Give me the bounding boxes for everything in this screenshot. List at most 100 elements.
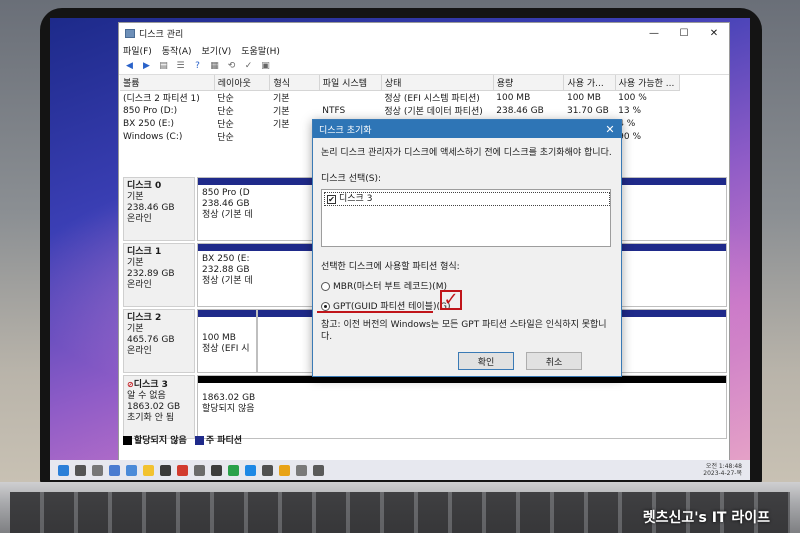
list-icon[interactable]: ☰ [174,60,187,72]
cell: Windows (C:) [123,131,183,142]
menu-action[interactable]: 동작(A) [162,44,192,57]
disk-type: 기본 [127,258,144,268]
panel-icon[interactable]: ▤ [157,60,170,72]
toolbar: ◀ ▶ ▤ ☰ ? ▦ ⟲ ✓ ▣ [119,57,729,75]
disk-name: 디스크 0 [127,181,162,191]
disk-status: 온라인 [127,280,152,290]
menu-file[interactable]: 파일(F) [123,44,152,57]
taskbar-app-icon[interactable] [160,464,171,476]
laptop-screen: 디스크 관리 — ☐ ✕ 파일(F) 동작(A) 보기(V) 도움말(H) ◀ … [50,18,750,480]
back-arrow-icon[interactable]: ◀ [123,60,136,72]
legend-unallocated: 할당되지 않음 [123,433,187,446]
task-view-icon[interactable] [92,464,103,476]
disk-type: 기본 [127,324,144,334]
mbr-radio[interactable] [321,282,330,291]
cell: 4 % [618,118,636,129]
clock-time: 오전 1:48:48 [705,463,742,470]
taskbar-clock[interactable]: 오전 1:48:48 2023-4-27-목 [703,463,742,477]
taskbar-app-icon[interactable] [211,464,222,476]
partition-strip: 1863.02 GB 할당되지 않음 [197,375,727,439]
taskbar-app-icon[interactable] [109,464,120,476]
clock-date: 2023-4-27-목 [703,470,742,477]
ok-button[interactable]: 확인 [458,352,514,370]
check-icon[interactable]: ✓ [242,60,255,72]
forward-arrow-icon[interactable]: ▶ [140,60,153,72]
uninitialized-disk-icon: ⊘ [127,380,134,389]
disk-row-3: ⊘디스크 3 알 수 없음 1863.02 GB 초기화 안 됨 1863.02… [123,375,727,439]
help-icon[interactable]: ? [191,60,204,72]
cell: 단순 [217,133,234,143]
partition-block[interactable]: 1863.02 GB 할당되지 않음 [197,375,727,439]
properties-icon[interactable]: ▦ [208,60,221,72]
cell: BX 250 (E:) [123,118,174,129]
disk-label[interactable]: 디스크 2 기본 465.76 GB 온라인 [123,309,195,373]
cell: 31.70 GB [566,105,609,116]
disk-label[interactable]: ⊘디스크 3 알 수 없음 1863.02 GB 초기화 안 됨 [123,375,195,439]
gpt-radio[interactable] [321,302,330,311]
disk-name: 디스크 2 [127,313,162,323]
partition-size: 1863.02 GB [202,393,256,403]
start-icon[interactable] [58,464,69,476]
taskbar-app-icon[interactable] [177,464,188,476]
cell: 단순 [217,120,234,130]
col-volume[interactable]: 볼륨 [120,75,215,91]
disk-status: 온라인 [127,346,152,356]
red-checkmark-annotation: ✓ [440,290,462,310]
disk-type: 기본 [127,192,144,202]
partition-block[interactable]: 100 MB 정상 (EFI 시 [197,309,257,373]
disk-label[interactable]: 디스크 1 기본 232.89 GB 온라인 [123,243,195,307]
col-type[interactable]: 형식 [269,75,320,91]
menu-view[interactable]: 보기(V) [202,44,232,57]
col-free-pct[interactable]: 사용 가능한 ... [615,75,681,91]
taskbar-app-icon[interactable] [245,464,256,476]
table-row[interactable]: (디스크 2 파티션 1) 단순 기본 정상 (EFI 시스템 파티션) 100… [120,91,680,105]
disk-status: 초기화 안 됨 [127,413,175,423]
col-capacity[interactable]: 용량 [493,75,565,91]
minimize-button[interactable]: — [639,28,669,39]
cancel-button[interactable]: 취소 [526,352,582,370]
window-controls: — ☐ ✕ [639,28,729,39]
taskbar-app-icon[interactable] [279,464,290,476]
search-icon[interactable] [75,464,86,476]
disk-checkbox[interactable]: ✔ [327,194,336,204]
disk-name: 디스크 1 [127,247,162,257]
cell: 단순 [217,107,234,117]
taskbar-app-icon[interactable] [194,464,205,476]
rescan-icon[interactable]: ⟲ [225,60,238,72]
cell: 100 % [618,92,647,103]
dialog-buttons: 확인 취소 [458,352,582,370]
col-free[interactable]: 사용 가... [563,75,616,91]
disk-size: 465.76 GB [127,335,175,345]
cell: 단순 [217,94,234,104]
table-row[interactable]: 850 Pro (D:) 단순 기본 NTFS 정상 (기본 데이터 파티션) … [120,104,680,118]
taskbar-app-icon[interactable] [313,464,324,476]
taskbar-app-icon[interactable] [143,464,154,476]
taskbar-app-icon[interactable] [126,464,137,476]
col-status[interactable]: 상태 [381,75,494,91]
window-title: 디스크 관리 [139,29,184,40]
col-filesystem[interactable]: 파일 시스템 [319,75,382,91]
maximize-button[interactable]: ☐ [669,28,699,39]
menu-help[interactable]: 도움말(H) [241,44,280,57]
taskbar-app-icon[interactable] [228,464,239,476]
taskbar: 오전 1:48:48 2023-4-27-목 [50,460,750,480]
taskbar-app-icon[interactable] [296,464,307,476]
disk-size: 238.46 GB [127,203,175,213]
settings-icon[interactable]: ▣ [259,60,272,72]
mbr-option[interactable]: MBR(마스터 부트 레코드)(M) [321,281,613,293]
dialog-titlebar: 디스크 초기화 ✕ [313,120,621,138]
col-layout[interactable]: 레이아웃 [214,75,271,91]
disk-listbox[interactable]: ✔ 디스크 3 [321,189,611,247]
partition-status: 할당되지 않음 [202,404,255,414]
cell: NTFS [322,105,346,116]
cell [319,91,381,105]
close-button[interactable]: ✕ [699,28,729,39]
disk-item-label: 디스크 3 [339,194,373,204]
cell: 정상 (기본 데이터 파티션) [384,107,483,117]
dialog-close-icon[interactable]: ✕ [599,123,621,136]
taskbar-app-icon[interactable] [262,464,273,476]
disk-label[interactable]: 디스크 0 기본 238.46 GB 온라인 [123,177,195,241]
disk-size: 232.89 GB [127,269,175,279]
dialog-message: 논리 디스크 관리자가 디스크에 액세스하기 전에 디스크를 초기화해야 합니다… [321,148,612,158]
disk-list-item[interactable]: ✔ 디스크 3 [324,192,610,206]
